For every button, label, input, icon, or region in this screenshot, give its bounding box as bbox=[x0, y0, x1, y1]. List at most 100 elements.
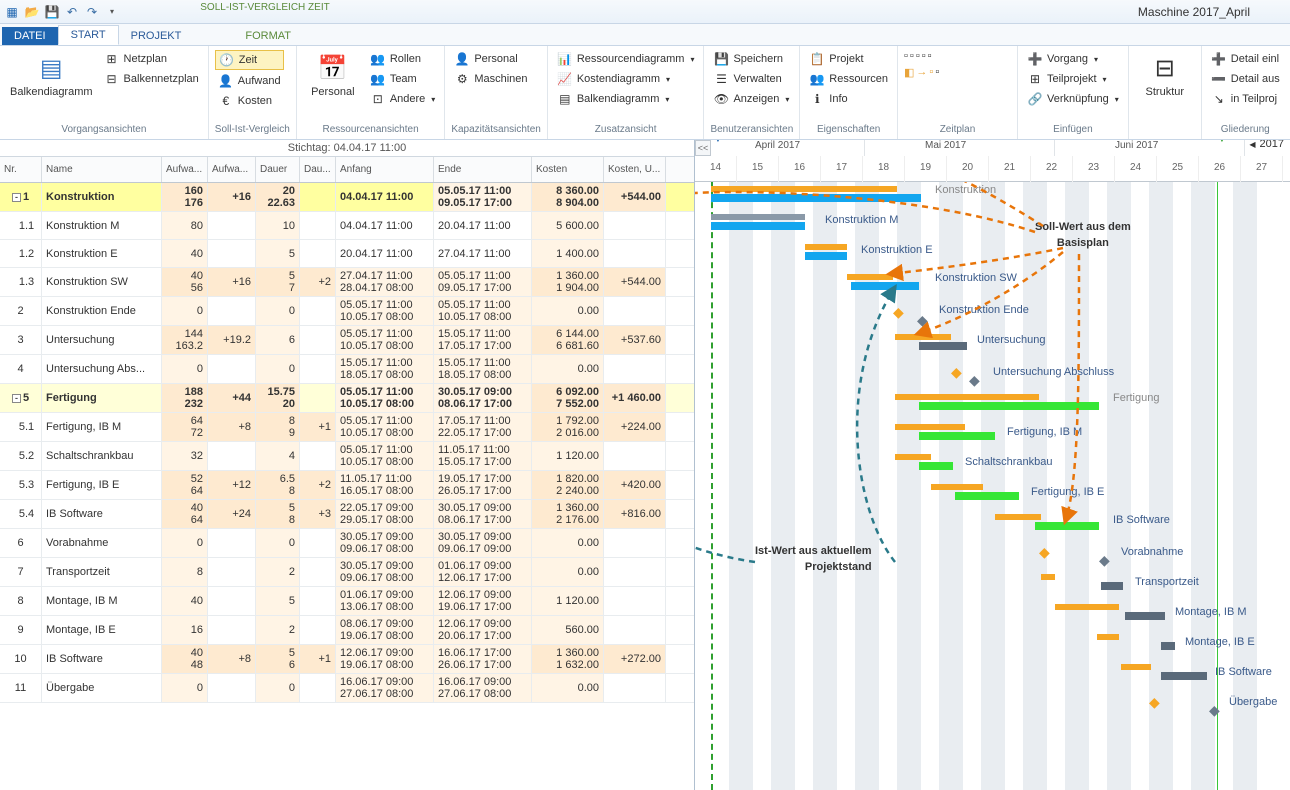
table-cell[interactable]: 10 bbox=[256, 212, 300, 239]
table-cell[interactable]: Konstruktion bbox=[42, 183, 162, 211]
table-cell[interactable]: 20.04.17 11:00 bbox=[434, 212, 532, 239]
table-cell[interactable]: -5 bbox=[0, 384, 42, 412]
expand-toggle[interactable]: - bbox=[12, 193, 21, 202]
gantt-bar[interactable] bbox=[1035, 522, 1099, 530]
table-cell[interactable]: 12.06.17 09:0019.06.17 08:00 bbox=[336, 645, 434, 673]
table-cell[interactable]: 57 bbox=[256, 268, 300, 296]
table-cell[interactable] bbox=[300, 587, 336, 615]
table-cell[interactable]: 11.05.17 11:0016.05.17 08:00 bbox=[336, 471, 434, 499]
table-cell[interactable]: 12.06.17 09:0020.06.17 17:00 bbox=[434, 616, 532, 644]
gantt-bar[interactable] bbox=[1161, 642, 1175, 650]
table-cell[interactable]: 80 bbox=[162, 212, 208, 239]
table-cell[interactable]: Übergabe bbox=[42, 674, 162, 702]
table-cell[interactable]: +1 bbox=[300, 413, 336, 441]
table-row[interactable]: 8Montage, IB M40501.06.17 09:0013.06.17 … bbox=[0, 587, 694, 616]
table-cell[interactable]: 5 600.00 bbox=[532, 212, 604, 239]
table-cell[interactable] bbox=[208, 442, 256, 470]
table-cell[interactable] bbox=[604, 442, 666, 470]
table-cell[interactable]: 6 144.006 681.60 bbox=[532, 326, 604, 354]
table-cell[interactable] bbox=[300, 355, 336, 383]
zp5-icon[interactable]: ▫ bbox=[928, 50, 932, 62]
table-cell[interactable]: 144163.2 bbox=[162, 326, 208, 354]
table-cell[interactable]: 30.05.17 09:0009.06.17 09:00 bbox=[434, 529, 532, 557]
table-cell[interactable]: 0 bbox=[256, 674, 300, 702]
balkendiagramm-button[interactable]: ▤Balkendiagramm bbox=[6, 50, 97, 100]
zp9-icon[interactable]: ▫ bbox=[935, 66, 939, 79]
team-button[interactable]: 👥Team bbox=[367, 70, 439, 88]
gantt-bar[interactable] bbox=[1101, 582, 1123, 590]
table-cell[interactable]: 1 360.002 176.00 bbox=[532, 500, 604, 528]
table-cell[interactable]: 0.00 bbox=[532, 674, 604, 702]
tab-format[interactable]: FORMAT bbox=[233, 27, 303, 45]
projekt-button[interactable]: 📋Projekt bbox=[806, 50, 891, 68]
ressdiag-button[interactable]: 📊Ressourcendiagramm▾ bbox=[554, 50, 698, 68]
redo-icon[interactable]: ↷ bbox=[84, 4, 100, 20]
table-cell[interactable]: 4 bbox=[0, 355, 42, 383]
gantt-chart-body[interactable]: Konstruktion Konstruktion M Konstruktion… bbox=[695, 182, 1290, 790]
table-cell[interactable]: 58 bbox=[256, 500, 300, 528]
table-row[interactable]: 1.1Konstruktion M801004.04.17 11:0020.04… bbox=[0, 212, 694, 240]
table-cell[interactable]: +8 bbox=[208, 413, 256, 441]
table-row[interactable]: 3Untersuchung144163.2+19.2605.05.17 11:0… bbox=[0, 326, 694, 355]
table-cell[interactable]: Konstruktion Ende bbox=[42, 297, 162, 325]
table-cell[interactable] bbox=[604, 240, 666, 267]
table-cell[interactable]: +537.60 bbox=[604, 326, 666, 354]
table-cell[interactable]: Untersuchung bbox=[42, 326, 162, 354]
gantt-bar[interactable] bbox=[1041, 574, 1055, 580]
gantt-bar[interactable] bbox=[931, 484, 983, 490]
table-cell[interactable]: Konstruktion E bbox=[42, 240, 162, 267]
table-row[interactable]: 9Montage, IB E16208.06.17 09:0019.06.17 … bbox=[0, 616, 694, 645]
table-cell[interactable]: +2 bbox=[300, 268, 336, 296]
gantt-bar[interactable] bbox=[955, 492, 1019, 500]
table-cell[interactable]: 0 bbox=[162, 529, 208, 557]
rollen-button[interactable]: 👥Rollen bbox=[367, 50, 439, 68]
table-cell[interactable]: 1 820.002 240.00 bbox=[532, 471, 604, 499]
gantt-bar[interactable] bbox=[1121, 664, 1151, 670]
table-cell[interactable]: 0.00 bbox=[532, 355, 604, 383]
table-cell[interactable]: +8 bbox=[208, 645, 256, 673]
ressourcen-button[interactable]: 👥Ressourcen bbox=[806, 70, 891, 88]
qat-dropdown-icon[interactable]: ▾ bbox=[104, 4, 120, 20]
table-cell[interactable]: 5 bbox=[256, 587, 300, 615]
col-name[interactable]: Name bbox=[42, 157, 162, 182]
table-cell[interactable] bbox=[208, 558, 256, 586]
zp3-icon[interactable]: ▫ bbox=[916, 50, 920, 62]
tab-projekt[interactable]: PROJEKT bbox=[119, 27, 194, 45]
table-cell[interactable]: Vorabnahme bbox=[42, 529, 162, 557]
table-cell[interactable]: +544.00 bbox=[604, 268, 666, 296]
milestone-icon[interactable]: ◆ bbox=[951, 364, 962, 381]
table-cell[interactable]: 1.3 bbox=[0, 268, 42, 296]
table-cell[interactable]: 5264 bbox=[162, 471, 208, 499]
milestone-soll-icon[interactable]: ◆ bbox=[893, 304, 904, 321]
zeit-button[interactable]: 🕐Zeit bbox=[215, 50, 284, 70]
table-row[interactable]: 5.2Schaltschrankbau32405.05.17 11:0010.0… bbox=[0, 442, 694, 471]
table-cell[interactable]: 30.05.17 09:0009.06.17 08:00 bbox=[336, 558, 434, 586]
table-cell[interactable]: 01.06.17 09:0013.06.17 08:00 bbox=[336, 587, 434, 615]
gantt-bar-soll[interactable] bbox=[711, 186, 897, 192]
zp8-icon[interactable]: ▫ bbox=[929, 66, 933, 79]
table-cell[interactable] bbox=[300, 384, 336, 412]
table-cell[interactable]: 15.7520 bbox=[256, 384, 300, 412]
andere-button[interactable]: ⊡Andere▾ bbox=[367, 90, 439, 108]
table-cell[interactable]: 05.05.17 11:0009.05.17 17:00 bbox=[434, 183, 532, 211]
table-cell[interactable] bbox=[300, 240, 336, 267]
detail-aus-button[interactable]: ➖Detail aus bbox=[1208, 70, 1283, 88]
col-ende[interactable]: Ende bbox=[434, 157, 532, 182]
table-cell[interactable]: 5.1 bbox=[0, 413, 42, 441]
balkdiag-button[interactable]: ▤Balkendiagramm▾ bbox=[554, 90, 698, 108]
table-cell[interactable]: 22.05.17 09:0029.05.17 08:00 bbox=[336, 500, 434, 528]
table-cell[interactable]: 1 792.002 016.00 bbox=[532, 413, 604, 441]
table-cell[interactable]: 5.4 bbox=[0, 500, 42, 528]
kosten-button[interactable]: €Kosten bbox=[215, 92, 284, 110]
zp7-icon[interactable]: → bbox=[916, 66, 927, 79]
gantt-bar[interactable] bbox=[919, 462, 953, 470]
table-cell[interactable] bbox=[300, 212, 336, 239]
kostdiag-button[interactable]: 📈Kostendiagramm▾ bbox=[554, 70, 698, 88]
table-row[interactable]: 7Transportzeit8230.05.17 09:0009.06.17 0… bbox=[0, 558, 694, 587]
table-cell[interactable]: 12.06.17 09:0019.06.17 17:00 bbox=[434, 587, 532, 615]
table-cell[interactable]: 8 360.008 904.00 bbox=[532, 183, 604, 211]
zp1-icon[interactable]: ▫ bbox=[904, 50, 908, 62]
table-row[interactable]: 4Untersuchung Abs...0015.05.17 11:0018.0… bbox=[0, 355, 694, 384]
table-row[interactable]: 5.4IB Software4064+2458+322.05.17 09:002… bbox=[0, 500, 694, 529]
table-cell[interactable]: +3 bbox=[300, 500, 336, 528]
